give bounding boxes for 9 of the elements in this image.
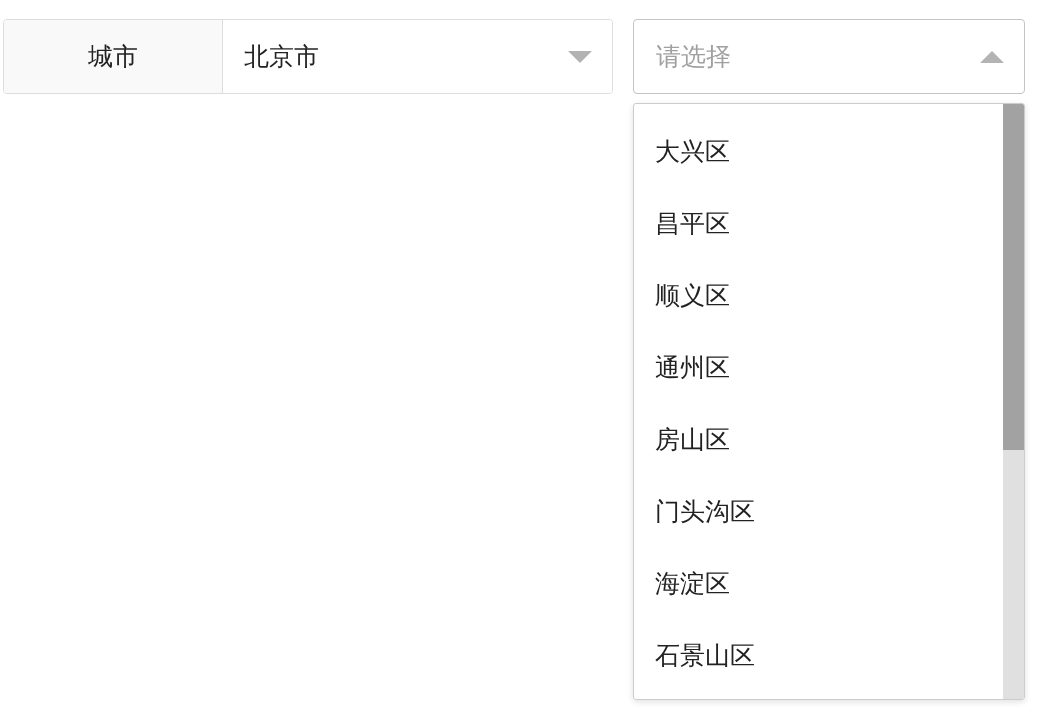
dropdown-option[interactable]: 顺义区 bbox=[634, 259, 1003, 331]
scrollbar[interactable] bbox=[1003, 104, 1024, 699]
dropdown-option[interactable]: 门头沟区 bbox=[634, 475, 1003, 547]
dropdown-option[interactable]: 房山区 bbox=[634, 403, 1003, 475]
dropdown-option[interactable]: 通州区 bbox=[634, 331, 1003, 403]
dropdown-option[interactable]: 石景山区 bbox=[634, 619, 1003, 691]
dropdown-option[interactable]: 大兴区 bbox=[634, 115, 1003, 187]
dropdown-option[interactable]: 昌平区 bbox=[634, 187, 1003, 259]
dropdown-option[interactable]: 海淀区 bbox=[634, 547, 1003, 619]
